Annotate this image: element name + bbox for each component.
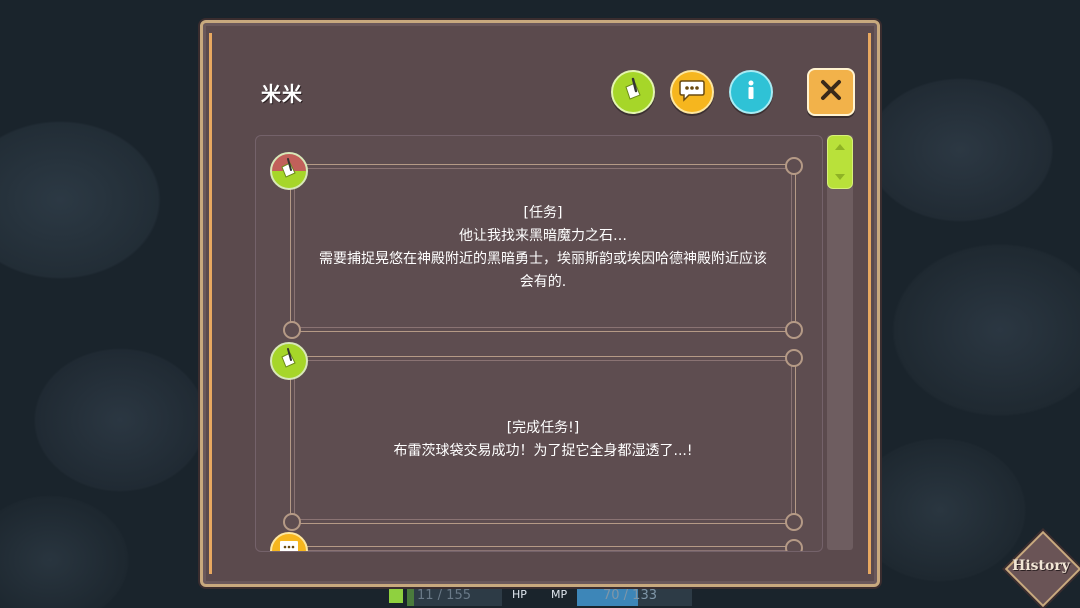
quest-note-icon	[278, 158, 300, 184]
history-label: History	[1012, 558, 1070, 574]
info-icon	[739, 78, 763, 106]
scrollbar-thumb[interactable]	[827, 135, 853, 189]
mp-value: 70 / 133	[603, 588, 657, 603]
entry-quest-icon	[270, 342, 308, 380]
quest-filter-button[interactable]	[611, 70, 655, 114]
hp-label: HP	[512, 588, 527, 601]
history-button[interactable]: History	[1004, 530, 1080, 608]
entry-heading: [完成任务!]	[506, 420, 580, 436]
hp-indicator	[389, 589, 403, 603]
entry-chat-icon	[270, 532, 308, 551]
entry-heading: [任务]	[523, 205, 563, 221]
scrollbar[interactable]	[827, 135, 853, 550]
list-item: [完成任务!] 布雷茨球袋交易成功！为了捉它全身都湿透了...!	[283, 349, 803, 531]
mp-label: MP	[551, 588, 568, 601]
entry-quest-icon	[270, 152, 308, 190]
entry-line: 需要捕捉晃悠在神殿附近的黑暗勇士，埃丽斯韵或埃因哈德神殿附近应该会有的.	[319, 251, 767, 290]
close-button[interactable]	[807, 68, 855, 116]
list-item	[283, 539, 803, 551]
chat-filter-button[interactable]	[670, 70, 714, 114]
list-item: [任务] 他让我找来黑暗魔力之石… 需要捕捉晃悠在神殿附近的黑暗勇士，埃丽斯韵或…	[283, 157, 803, 339]
close-icon	[818, 77, 844, 107]
quest-note-icon	[620, 77, 646, 107]
quest-note-icon	[278, 348, 300, 374]
chat-bubble-icon	[678, 78, 706, 106]
entry-line: 布雷茨球袋交易成功！为了捉它全身都湿透了...!	[393, 443, 693, 459]
hp-value: 11 / 155	[417, 588, 471, 603]
info-filter-button[interactable]	[729, 70, 773, 114]
quest-log-panel: 米米 [任务] 他让我找来黑暗魔力之石… 需要捕捉晃悠在神殿附近的黑暗勇士，埃丽…	[200, 20, 880, 587]
panel-title: 米米	[261, 82, 303, 106]
entry-line: 他让我找来黑暗魔力之石…	[459, 228, 627, 244]
status-hud: 11 / 155 HP MP 70 / 133	[385, 586, 695, 608]
hp-bar-fill	[407, 588, 414, 606]
quest-log-list[interactable]: [任务] 他让我找来黑暗魔力之石… 需要捕捉晃悠在神殿附近的黑暗勇士，埃丽斯韵或…	[255, 135, 823, 552]
chat-bubble-icon	[278, 539, 300, 551]
